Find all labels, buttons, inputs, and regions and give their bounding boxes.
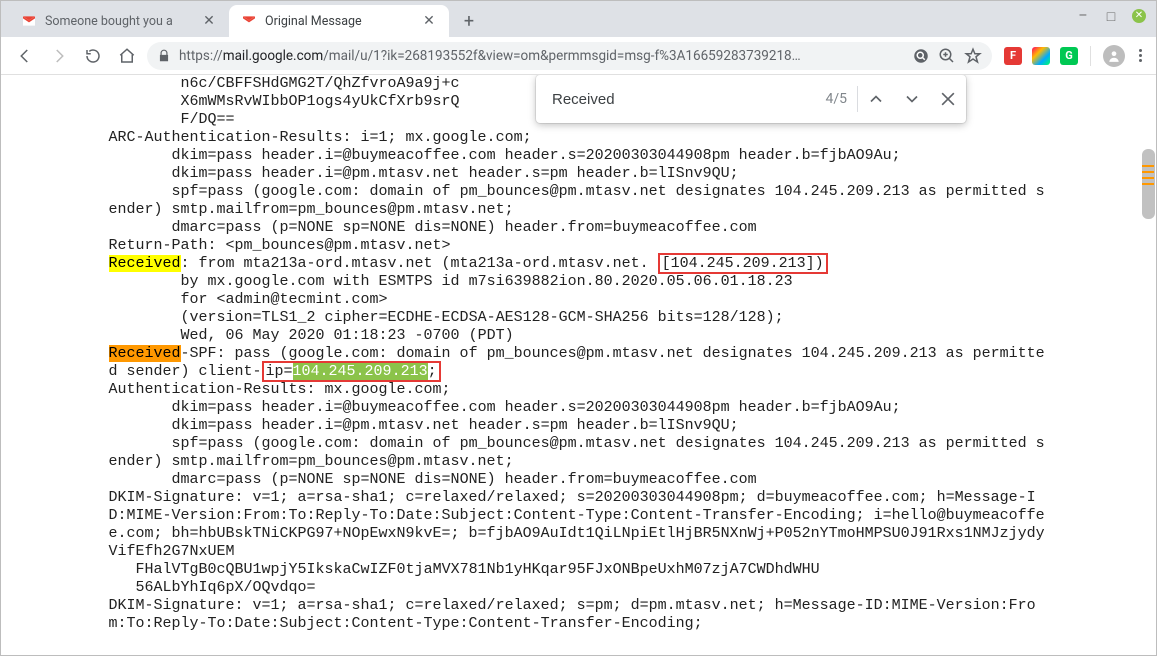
find-match-current: Received [109,255,181,272]
close-icon [938,89,958,109]
extensions: F G [998,45,1146,67]
profile-avatar[interactable] [1103,45,1125,67]
find-input[interactable] [550,90,811,109]
tab-strip: Someone bought you a ✕ Original Message … [1,1,1156,37]
scrollbar-find-marks [1142,165,1154,189]
url-host: mail.google.com [223,48,323,64]
viewport: 4/5 n6c/CBFFSHdGMG2T/QhZfvroA9a9j+c X6mW… [1,75,1156,655]
find-count: 4/5 [825,91,857,107]
window-controls: – □ ✕ [1076,9,1146,23]
search-in-page-icon[interactable] [912,47,930,65]
arrow-left-icon [16,47,34,65]
find-bar: 4/5 [536,75,966,123]
find-next-button[interactable] [894,81,930,117]
find-close-button[interactable] [930,81,966,117]
arrow-right-icon [50,47,68,65]
reload-button[interactable] [79,42,107,70]
lock-icon [157,49,171,63]
toolbar: https://mail.google.com/mail/u/1?ik=2681… [1,37,1156,75]
ip-highlight-box: ip=104.245.209.213; [262,361,441,382]
raw-message: n6c/CBFFSHdGMG2T/QhZfvroA9a9j+c X6mWMsRv… [109,75,1049,633]
window-maximize-icon[interactable]: □ [1104,9,1118,23]
reload-icon [84,47,102,65]
url-scheme: https:// [179,48,223,64]
star-icon[interactable] [964,47,982,65]
url-path: /mail/u/1?ik=268193552f&view=om&permmsgi… [323,48,800,64]
tab-active[interactable]: Original Message ✕ [229,5,449,37]
close-icon[interactable]: ✕ [201,13,217,29]
tab-title: Someone bought you a [45,14,193,29]
zoom-icon[interactable] [938,47,956,65]
chevron-up-icon [866,89,886,109]
home-icon [118,47,136,65]
separator [1090,46,1091,66]
menu-button[interactable] [1135,45,1146,66]
browser-window: – □ ✕ Someone bought you a ✕ Original Me… [0,0,1157,656]
rainbow-ext-icon[interactable] [1032,47,1050,65]
ip-highlight-box: [104.245.209.213]) [658,253,828,274]
page-scroll[interactable]: n6c/CBFFSHdGMG2T/QhZfvroA9a9j+c X6mWMsRv… [1,75,1156,655]
new-tab-button[interactable]: + [455,7,483,35]
person-icon [1107,49,1121,63]
find-prev-button[interactable] [858,81,894,117]
grammarly-ext-icon[interactable]: G [1060,47,1078,65]
gmail-icon [21,13,37,29]
gmail-icon [241,13,257,29]
close-icon[interactable]: ✕ [421,13,437,29]
chevron-down-icon [902,89,922,109]
address-bar[interactable]: https://mail.google.com/mail/u/1?ik=2681… [147,42,992,70]
tab-background[interactable]: Someone bought you a ✕ [9,5,229,37]
forward-button[interactable] [45,42,73,70]
flipboard-ext-icon[interactable]: F [1004,47,1022,65]
back-button[interactable] [11,42,39,70]
window-close-icon[interactable]: ✕ [1132,9,1146,23]
message-sheet: n6c/CBFFSHdGMG2T/QhZfvroA9a9j+c X6mWMsRv… [99,75,1059,653]
home-button[interactable] [113,42,141,70]
find-match: Received [109,345,181,362]
tab-title: Original Message [265,14,413,29]
selection: 104.245.209.213 [293,363,428,380]
url-text: https://mail.google.com/mail/u/1?ik=2681… [179,48,904,64]
window-minimize-icon[interactable]: – [1076,9,1090,23]
